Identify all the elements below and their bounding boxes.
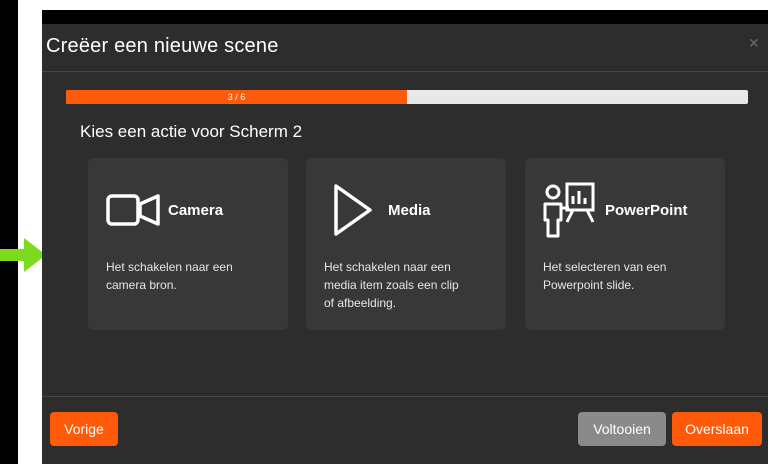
powerpoint-option-card[interactable]: PowerPoint Het selecteren van een Powerp… — [525, 158, 725, 330]
camera-icon — [106, 194, 160, 226]
footer-divider — [42, 396, 768, 397]
background-band — [40, 0, 768, 10]
progress-bar: 3 / 6 — [66, 90, 748, 104]
background-strip — [18, 0, 42, 464]
arrow-right-icon — [0, 238, 46, 272]
previous-button[interactable]: Vorige — [50, 412, 118, 446]
card-description-line: of afbeelding. — [324, 296, 397, 310]
action-prompt: Kies een actie voor Scherm 2 — [80, 122, 303, 141]
card-title-media: Media — [388, 202, 431, 219]
card-description-media: Het schakelen naar een media item zoals … — [324, 258, 494, 312]
card-title-camera: Camera — [168, 202, 224, 219]
card-description-line: Powerpoint slide. — [543, 278, 635, 292]
dialog-title: Creëer een nieuwe scene — [46, 35, 279, 57]
finish-button[interactable]: Voltooien — [578, 412, 666, 446]
card-description-camera: Het schakelen naar een camera bron. — [106, 258, 276, 294]
card-description-line: media item zoals een clip — [324, 278, 459, 292]
card-description-line: Het selecteren van een — [543, 260, 667, 274]
media-option-card[interactable]: Media Het schakelen naar een media item … — [306, 158, 506, 330]
dialog-header: Creëer een nieuwe scene ✕ — [42, 24, 768, 72]
presentation-icon — [543, 182, 595, 238]
card-description-powerpoint: Het selecteren van een Powerpoint slide. — [543, 258, 713, 294]
play-icon — [334, 184, 372, 236]
camera-option-card[interactable]: Camera Het schakelen naar een camera bro… — [88, 158, 288, 330]
progress-label: 3 / 6 — [227, 92, 246, 102]
screen: Creëer een nieuwe scene ✕ 3 / 6 Kies een… — [0, 0, 768, 464]
card-description-line: camera bron. — [106, 278, 177, 292]
card-description-line: Het schakelen naar een — [106, 260, 233, 274]
new-scene-dialog: Creëer een nieuwe scene ✕ 3 / 6 Kies een… — [42, 24, 768, 464]
skip-button[interactable]: Overslaan — [672, 412, 762, 446]
close-icon[interactable]: ✕ — [748, 36, 762, 50]
card-description-line: Het schakelen naar een — [324, 260, 451, 274]
card-title-powerpoint: PowerPoint — [605, 202, 688, 219]
